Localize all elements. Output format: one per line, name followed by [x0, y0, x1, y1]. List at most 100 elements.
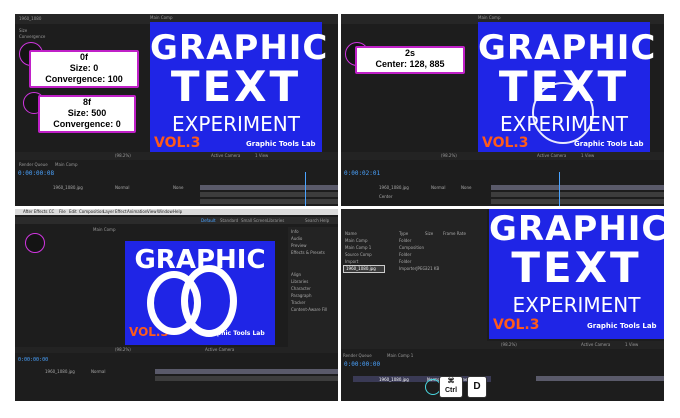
comp-viewer[interactable]: GRAPHIC VOL.3 Graphic Tools Lab [125, 241, 275, 345]
item-type-3: Folder [399, 259, 412, 264]
panel-tracker[interactable]: Tracker [291, 300, 305, 305]
panel-paragraph[interactable]: Paragraph [291, 293, 312, 298]
prop-track [491, 192, 664, 197]
panel-align[interactable]: Align [291, 272, 301, 277]
render-queue-tab[interactable]: Render Queue [19, 162, 48, 167]
playhead[interactable] [559, 172, 560, 206]
marker-circle [25, 233, 45, 253]
menu-edit[interactable]: Edit [69, 209, 77, 214]
timecode[interactable]: 0:00:00:00 [18, 357, 48, 363]
menu-composition[interactable]: Composition [79, 209, 104, 214]
col-type[interactable]: Type [399, 231, 408, 236]
search-help[interactable]: Search Help [305, 218, 329, 223]
item-name-3[interactable]: Import [345, 259, 358, 264]
panel-effects[interactable]: Effects & Presets [291, 250, 325, 255]
comp-tab[interactable]: Main Comp [93, 227, 116, 232]
project-panel: Name Type Size Frame Rate Main Comp Fold… [341, 209, 487, 349]
layer-bar[interactable] [200, 185, 338, 190]
menu-view[interactable]: View [147, 209, 157, 214]
view-select[interactable]: Active Camera [581, 342, 610, 347]
viewer-toolbar: (98.2%) Active Camera 1 View [341, 341, 664, 349]
panel-character[interactable]: Character [291, 286, 311, 291]
layer-name[interactable]: 1960_1080.jpg [53, 185, 83, 190]
view-select[interactable]: Active Camera [205, 347, 234, 352]
prop-track-2 [200, 199, 338, 204]
playhead[interactable] [305, 172, 306, 206]
prop-convergence: Convergence [19, 34, 46, 39]
item-name-2[interactable]: Source Comp [345, 252, 372, 257]
label-a-line2: Convergence: 100 [45, 74, 123, 84]
key-cmd-symbol: ⌘ [447, 378, 455, 385]
menu-file[interactable]: File [59, 209, 66, 214]
key-ctrl-label: Ctrl [444, 387, 458, 394]
zoom-level[interactable]: (98.2%) [501, 342, 517, 347]
mac-menubar: After Effects CC File Edit Composition L… [15, 209, 338, 215]
key-d: D [467, 376, 487, 398]
item-size-4: 321 KB [425, 266, 440, 271]
layer-mode[interactable]: Normal [115, 185, 129, 190]
keyframe-label-b: 8f Size: 500 Convergence: 0 [38, 95, 136, 133]
menu-layer[interactable]: Layer [103, 209, 114, 214]
timecode[interactable]: 0:00:00:08 [18, 170, 54, 177]
item-type-4: ImporterJPEG [399, 266, 426, 271]
item-name-0[interactable]: Main Comp [345, 238, 368, 243]
col-framerate[interactable]: Frame Rate [443, 231, 466, 236]
timeline-tab[interactable]: Main Comp [55, 162, 78, 167]
timecode[interactable]: 0:00:00:00 [344, 361, 380, 368]
comp-tab[interactable]: Main Comp [478, 15, 501, 20]
screenshot-panel-2: Main Comp GRAPHIC TEXT EXPERIMENT VOL.3 … [341, 14, 664, 206]
poster-text: TEXT [511, 243, 642, 292]
ws-libraries[interactable]: Libraries [267, 218, 284, 223]
panel-caf[interactable]: Content-Aware Fill [291, 307, 327, 312]
layer-bar[interactable] [536, 376, 664, 381]
layer-bar[interactable] [155, 369, 338, 374]
layer-name[interactable]: 1960_1080.jpg [379, 185, 409, 190]
layer-parent[interactable]: None [173, 185, 183, 190]
comp-viewer[interactable]: GRAPHIC TEXT EXPERIMENT VOL.3 Graphic To… [478, 22, 655, 152]
comp-viewer[interactable]: GRAPHIC TEXT EXPERIMENT VOL.3 Graphic To… [150, 22, 327, 152]
layer-parent[interactable]: None [461, 185, 471, 190]
menu-effect[interactable]: Effect [115, 209, 127, 214]
zoom-level[interactable]: (98.2%) [115, 153, 131, 158]
ws-standard[interactable]: Standard [220, 218, 238, 223]
col-size[interactable]: Size [425, 231, 433, 236]
panel-libraries[interactable]: Libraries [291, 279, 308, 284]
col-name[interactable]: Name [345, 231, 357, 236]
timeline-tab[interactable]: Main Comp 1 [387, 353, 413, 358]
layer-mode[interactable]: Normal [91, 369, 105, 374]
selected-item[interactable]: 1960_1080.jpg [343, 265, 385, 273]
ws-small[interactable]: Small Screen [241, 218, 267, 223]
panel-preview[interactable]: Preview [291, 243, 307, 248]
panel-audio[interactable]: Audio [291, 236, 302, 241]
prop-track [200, 192, 338, 197]
views-select[interactable]: 1 View [255, 153, 268, 158]
timecode[interactable]: 0:00:02:01 [344, 170, 380, 177]
menu-help[interactable]: Help [173, 209, 182, 214]
zoom-level[interactable]: (98.2%) [115, 347, 131, 352]
file-label: 1960_1080 [19, 16, 42, 21]
zoom-level[interactable]: (98.2%) [441, 153, 457, 158]
label-b-time: 8f [82, 97, 91, 107]
menu-animation[interactable]: Animation [127, 209, 147, 214]
layer-mode[interactable]: Normal [431, 185, 445, 190]
layer-bar[interactable] [491, 185, 664, 190]
viewer-toolbar: (98.2%) Active Camera 1 View [15, 152, 338, 160]
ws-default[interactable]: Default [201, 218, 216, 223]
view-select[interactable]: Active Camera [211, 153, 240, 158]
prop-track-2 [491, 199, 664, 204]
views-select[interactable]: 1 View [625, 342, 638, 347]
comp-tab[interactable]: Main Comp [150, 15, 173, 20]
view-select[interactable]: Active Camera [537, 153, 566, 158]
poster-vol: VOL.3 [154, 135, 201, 151]
viewer-toolbar: (98.2%) Active Camera [15, 347, 338, 353]
render-queue-tab[interactable]: Render Queue [343, 353, 372, 358]
poster-vol: VOL.3 [482, 135, 529, 151]
panel-info[interactable]: Info [291, 229, 299, 234]
layer-name[interactable]: 1960_1080.jpg [45, 369, 75, 374]
views-select[interactable]: 1 View [581, 153, 594, 158]
menu-app[interactable]: After Effects CC [23, 209, 54, 214]
comp-viewer[interactable]: GRAPHIC TEXT EXPERIMENT VOL.3 Graphic To… [489, 209, 664, 339]
item-name-4: 1960_1080.jpg [346, 266, 376, 271]
item-name-1[interactable]: Main Comp 1 [345, 245, 371, 250]
menu-window[interactable]: Window [157, 209, 173, 214]
